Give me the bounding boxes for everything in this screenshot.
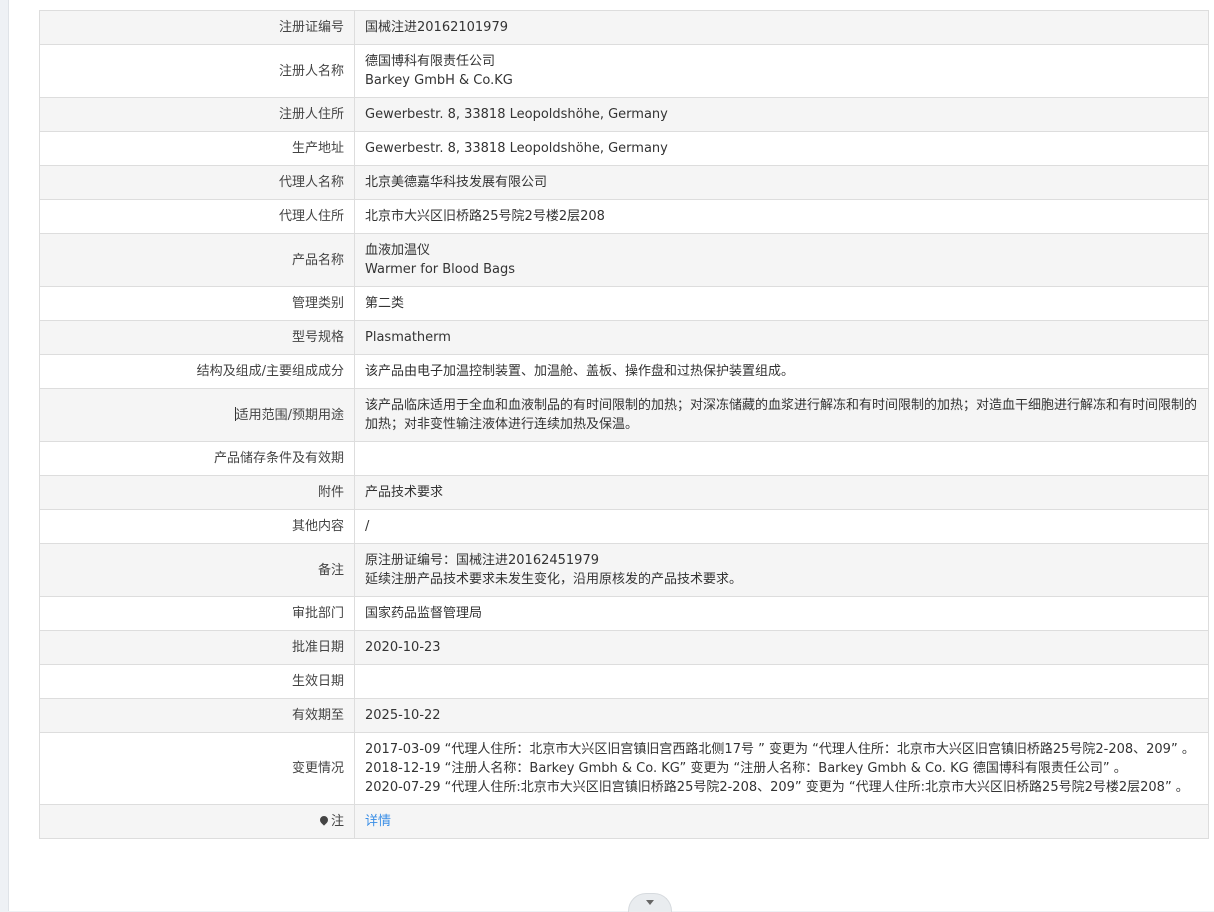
row-value: 2017-03-09 “代理人住所：北京市大兴区旧宫镇旧宫西路北侧17号 ” 变… bbox=[354, 732, 1209, 805]
row-value: 2020-10-23 bbox=[354, 630, 1209, 665]
row-value bbox=[354, 441, 1209, 476]
table-row: 有效期至 2025-10-22 bbox=[39, 698, 1209, 733]
registration-info-table: 注册证编号 国械注进20162101979 注册人名称 德国博科有限责任公司 B… bbox=[39, 10, 1209, 839]
row-label: 型号规格 bbox=[39, 320, 355, 355]
row-value: 德国博科有限责任公司 Barkey GmbH & Co.KG bbox=[354, 44, 1209, 98]
chevron-down-icon bbox=[646, 900, 654, 905]
row-value bbox=[354, 664, 1209, 699]
row-label: 产品名称 bbox=[39, 233, 355, 287]
row-value: 原注册证编号：国械注进20162451979 延续注册产品技术要求未发生变化，沿… bbox=[354, 543, 1209, 597]
row-label-cell: 注 bbox=[39, 804, 355, 839]
row-label: 备注 bbox=[39, 543, 355, 597]
table-row: 审批部门 国家药品监督管理局 bbox=[39, 596, 1209, 631]
table-row: 代理人名称 北京美德嘉华科技发展有限公司 bbox=[39, 165, 1209, 200]
row-value: 产品技术要求 bbox=[354, 475, 1209, 510]
table-row: 批准日期 2020-10-23 bbox=[39, 630, 1209, 665]
table-row: 注册证编号 国械注进20162101979 bbox=[39, 10, 1209, 45]
row-value: 北京市大兴区旧桥路25号院2号楼2层208 bbox=[354, 199, 1209, 234]
row-label: 生产地址 bbox=[39, 131, 355, 166]
row-label-cell: 适用范围/预期用途 bbox=[39, 388, 355, 442]
table-row: 代理人住所 北京市大兴区旧桥路25号院2号楼2层208 bbox=[39, 199, 1209, 234]
details-link[interactable]: 详情 bbox=[365, 814, 391, 829]
row-value: Plasmatherm bbox=[354, 320, 1209, 355]
table-row: 产品储存条件及有效期 bbox=[39, 441, 1209, 476]
row-value: 第二类 bbox=[354, 286, 1209, 321]
row-label: 适用范围/预期用途 bbox=[235, 407, 344, 423]
table-row: 注册人名称 德国博科有限责任公司 Barkey GmbH & Co.KG bbox=[39, 44, 1209, 98]
row-value: 该产品由电子加温控制装置、加温舱、盖板、操作盘和过热保护装置组成。 bbox=[354, 354, 1209, 389]
row-label: 审批部门 bbox=[39, 596, 355, 631]
row-label: 代理人名称 bbox=[39, 165, 355, 200]
row-value: Gewerbestr. 8, 33818 Leopoldshöhe, Germa… bbox=[354, 131, 1209, 166]
row-value: 国家药品监督管理局 bbox=[354, 596, 1209, 631]
table-row: 其他内容 / bbox=[39, 509, 1209, 544]
row-label: 注册人住所 bbox=[39, 97, 355, 132]
row-label: 注册人名称 bbox=[39, 44, 355, 98]
row-label: 产品储存条件及有效期 bbox=[39, 441, 355, 476]
row-label: 代理人住所 bbox=[39, 199, 355, 234]
row-value: 该产品临床适用于全血和血液制品的有时间限制的加热；对深冻储藏的血浆进行解冻和有时… bbox=[354, 388, 1209, 442]
content-panel: 注册证编号 国械注进20162101979 注册人名称 德国博科有限责任公司 B… bbox=[8, 0, 1214, 911]
table-row: 适用范围/预期用途 该产品临床适用于全血和血液制品的有时间限制的加热；对深冻储藏… bbox=[39, 388, 1209, 442]
table-row: 附件 产品技术要求 bbox=[39, 475, 1209, 510]
row-label: 批准日期 bbox=[39, 630, 355, 665]
table-row: 注册人住所 Gewerbestr. 8, 33818 Leopoldshöhe,… bbox=[39, 97, 1209, 132]
table-row: 产品名称 血液加温仪 Warmer for Blood Bags bbox=[39, 233, 1209, 287]
row-value: 详情 bbox=[354, 804, 1209, 839]
table-row: 备注 原注册证编号：国械注进20162451979 延续注册产品技术要求未发生变… bbox=[39, 543, 1209, 597]
row-value: 北京美德嘉华科技发展有限公司 bbox=[354, 165, 1209, 200]
map-pin-icon bbox=[318, 814, 330, 826]
row-value: 血液加温仪 Warmer for Blood Bags bbox=[354, 233, 1209, 287]
row-value: / bbox=[354, 509, 1209, 544]
row-value: 国械注进20162101979 bbox=[354, 10, 1209, 45]
table-row: 型号规格 Plasmatherm bbox=[39, 320, 1209, 355]
row-label: 变更情况 bbox=[39, 732, 355, 805]
table-row: 管理类别 第二类 bbox=[39, 286, 1209, 321]
table-row: 变更情况 2017-03-09 “代理人住所：北京市大兴区旧宫镇旧宫西路北侧17… bbox=[39, 732, 1209, 805]
row-label: 附件 bbox=[39, 475, 355, 510]
table-row: 生效日期 bbox=[39, 664, 1209, 699]
row-label: 生效日期 bbox=[39, 664, 355, 699]
row-label: 注册证编号 bbox=[39, 10, 355, 45]
row-value: Gewerbestr. 8, 33818 Leopoldshöhe, Germa… bbox=[354, 97, 1209, 132]
row-label: 结构及组成/主要组成成分 bbox=[39, 354, 355, 389]
table-row: 生产地址 Gewerbestr. 8, 33818 Leopoldshöhe, … bbox=[39, 131, 1209, 166]
row-label: 管理类别 bbox=[39, 286, 355, 321]
row-label: 注 bbox=[330, 814, 344, 829]
table-row: 注 详情 bbox=[39, 804, 1209, 839]
row-label: 其他内容 bbox=[39, 509, 355, 544]
row-value: 2025-10-22 bbox=[354, 698, 1209, 733]
table-row: 结构及组成/主要组成成分 该产品由电子加温控制装置、加温舱、盖板、操作盘和过热保… bbox=[39, 354, 1209, 389]
row-label: 有效期至 bbox=[39, 698, 355, 733]
